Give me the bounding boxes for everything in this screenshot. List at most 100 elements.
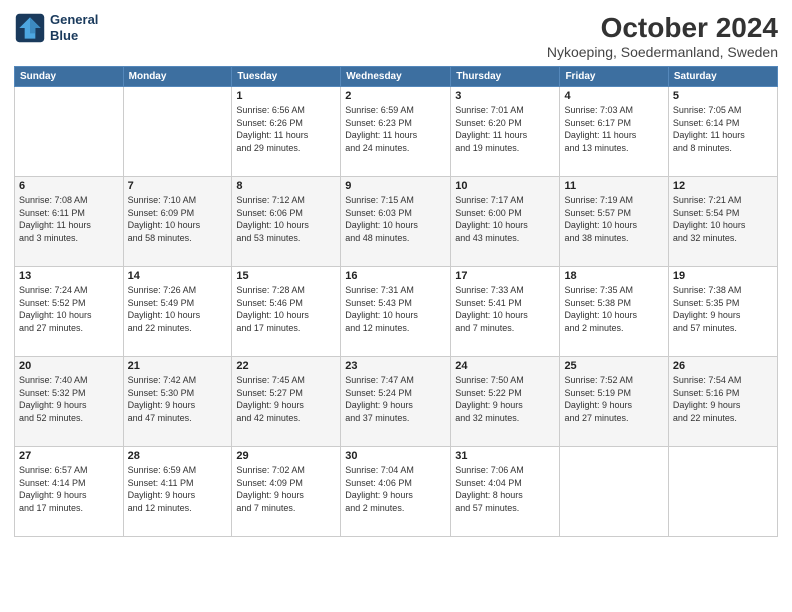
logo-icon — [14, 12, 46, 44]
day-info: Sunrise: 7:26 AM Sunset: 5:49 PM Dayligh… — [128, 284, 228, 334]
week-row-2: 6 Sunrise: 7:08 AM Sunset: 6:11 PM Daylig… — [15, 177, 778, 267]
day-number: 31 — [455, 450, 555, 462]
day-info: Sunrise: 7:02 AM Sunset: 4:09 PM Dayligh… — [236, 464, 336, 514]
day-info: Sunrise: 7:45 AM Sunset: 5:27 PM Dayligh… — [236, 374, 336, 424]
day-cell: 5 Sunrise: 7:05 AM Sunset: 6:14 PM Daylig… — [668, 87, 777, 177]
day-info: Sunrise: 7:54 AM Sunset: 5:16 PM Dayligh… — [673, 374, 773, 424]
day-info: Sunrise: 6:59 AM Sunset: 6:23 PM Dayligh… — [345, 104, 446, 154]
day-number: 2 — [345, 90, 446, 102]
day-number: 26 — [673, 360, 773, 372]
day-number: 22 — [236, 360, 336, 372]
header: General Blue October 2024 Nykoeping, Soe… — [14, 12, 778, 60]
day-cell: 14Sunrise: 7:26 AM Sunset: 5:49 PM Dayli… — [123, 267, 232, 357]
day-cell: 31 Sunrise: 7:06 AM Sunset: 4:04 PM Dayli… — [451, 447, 560, 537]
day-info: Sunrise: 6:56 AM Sunset: 6:26 PM Dayligh… — [236, 104, 336, 154]
day-cell: 16Sunrise: 7:31 AM Sunset: 5:43 PM Dayli… — [341, 267, 451, 357]
day-info: Sunrise: 7:50 AM Sunset: 5:22 PM Dayligh… — [455, 374, 555, 424]
logo: General Blue — [14, 12, 98, 44]
day-info: Sunrise: 7:40 AM Sunset: 5:32 PM Dayligh… — [19, 374, 119, 424]
week-row-3: 13 Sunrise: 7:24 AM Sunset: 5:52 PM Dayli… — [15, 267, 778, 357]
day-cell: 9 Sunrise: 7:15 AM Sunset: 6:03 PM Daylig… — [341, 177, 451, 267]
day-number: 9 — [345, 180, 446, 192]
day-cell: 24Sunrise: 7:50 AM Sunset: 5:22 PM Dayli… — [451, 357, 560, 447]
day-cell: 3Sunrise: 7:01 AM Sunset: 6:20 PM Daylig… — [451, 87, 560, 177]
day-cell: 7Sunrise: 7:10 AM Sunset: 6:09 PM Daylig… — [123, 177, 232, 267]
day-number: 20 — [19, 360, 119, 372]
day-info: Sunrise: 6:59 AM Sunset: 4:11 PM Dayligh… — [128, 464, 228, 514]
day-info: Sunrise: 7:04 AM Sunset: 4:06 PM Dayligh… — [345, 464, 446, 514]
week-row-4: 20 Sunrise: 7:40 AM Sunset: 5:32 PM Dayli… — [15, 357, 778, 447]
day-cell: 13 Sunrise: 7:24 AM Sunset: 5:52 PM Dayli… — [15, 267, 124, 357]
day-info: Sunrise: 7:33 AM Sunset: 5:41 PM Dayligh… — [455, 284, 555, 334]
day-cell: 21Sunrise: 7:42 AM Sunset: 5:30 PM Dayli… — [123, 357, 232, 447]
col-header-thursday: Thursday — [451, 67, 560, 87]
day-number: 28 — [128, 450, 228, 462]
subtitle: Nykoeping, Soedermanland, Sweden — [547, 44, 778, 60]
day-info: Sunrise: 7:01 AM Sunset: 6:20 PM Dayligh… — [455, 104, 555, 154]
day-info: Sunrise: 7:42 AM Sunset: 5:30 PM Dayligh… — [128, 374, 228, 424]
day-cell: 20 Sunrise: 7:40 AM Sunset: 5:32 PM Dayli… — [15, 357, 124, 447]
week-row-1: 1 Sunrise: 6:56 AM Sunset: 6:26 PM Daylig… — [15, 87, 778, 177]
day-cell: 27Sunrise: 6:57 AM Sunset: 4:14 PM Dayli… — [15, 447, 124, 537]
day-number: 10 — [455, 180, 555, 192]
calendar-table: SundayMondayTuesdayWednesdayThursdayFrid… — [14, 66, 778, 537]
day-cell: 15 Sunrise: 7:28 AM Sunset: 5:46 PM Dayli… — [232, 267, 341, 357]
day-cell: 23 Sunrise: 7:47 AM Sunset: 5:24 PM Dayli… — [341, 357, 451, 447]
day-info: Sunrise: 7:10 AM Sunset: 6:09 PM Dayligh… — [128, 194, 228, 244]
day-info: Sunrise: 7:24 AM Sunset: 5:52 PM Dayligh… — [19, 284, 119, 334]
day-number: 6 — [19, 180, 119, 192]
col-header-saturday: Saturday — [668, 67, 777, 87]
day-number: 11 — [564, 180, 663, 192]
day-number: 18 — [564, 270, 663, 282]
day-cell: 11 Sunrise: 7:19 AM Sunset: 5:57 PM Dayli… — [560, 177, 668, 267]
day-cell: 25Sunrise: 7:52 AM Sunset: 5:19 PM Dayli… — [560, 357, 668, 447]
day-number: 27 — [19, 450, 119, 462]
day-cell — [668, 447, 777, 537]
col-header-sunday: Sunday — [15, 67, 124, 87]
day-info: Sunrise: 7:05 AM Sunset: 6:14 PM Dayligh… — [673, 104, 773, 154]
day-number: 12 — [673, 180, 773, 192]
day-cell — [123, 87, 232, 177]
day-cell: 28 Sunrise: 6:59 AM Sunset: 4:11 PM Dayli… — [123, 447, 232, 537]
day-info: Sunrise: 7:31 AM Sunset: 5:43 PM Dayligh… — [345, 284, 446, 334]
day-cell: 10Sunrise: 7:17 AM Sunset: 6:00 PM Dayli… — [451, 177, 560, 267]
day-info: Sunrise: 7:06 AM Sunset: 4:04 PM Dayligh… — [455, 464, 555, 514]
day-number: 19 — [673, 270, 773, 282]
col-header-monday: Monday — [123, 67, 232, 87]
day-cell: 29 Sunrise: 7:02 AM Sunset: 4:09 PM Dayli… — [232, 447, 341, 537]
main-title: October 2024 — [547, 12, 778, 44]
day-info: Sunrise: 7:28 AM Sunset: 5:46 PM Dayligh… — [236, 284, 336, 334]
day-info: Sunrise: 7:21 AM Sunset: 5:54 PM Dayligh… — [673, 194, 773, 244]
day-number: 25 — [564, 360, 663, 372]
day-cell — [560, 447, 668, 537]
day-number: 1 — [236, 90, 336, 102]
logo-text: General Blue — [50, 12, 98, 43]
day-info: Sunrise: 7:47 AM Sunset: 5:24 PM Dayligh… — [345, 374, 446, 424]
day-cell: 4 Sunrise: 7:03 AM Sunset: 6:17 PM Daylig… — [560, 87, 668, 177]
day-info: Sunrise: 7:15 AM Sunset: 6:03 PM Dayligh… — [345, 194, 446, 244]
day-number: 4 — [564, 90, 663, 102]
day-info: Sunrise: 7:08 AM Sunset: 6:11 PM Dayligh… — [19, 194, 119, 244]
day-number: 17 — [455, 270, 555, 282]
day-info: Sunrise: 7:35 AM Sunset: 5:38 PM Dayligh… — [564, 284, 663, 334]
day-cell: 2 Sunrise: 6:59 AM Sunset: 6:23 PM Daylig… — [341, 87, 451, 177]
day-number: 29 — [236, 450, 336, 462]
day-cell: 18 Sunrise: 7:35 AM Sunset: 5:38 PM Dayli… — [560, 267, 668, 357]
day-info: Sunrise: 7:38 AM Sunset: 5:35 PM Dayligh… — [673, 284, 773, 334]
day-number: 5 — [673, 90, 773, 102]
day-cell: 22 Sunrise: 7:45 AM Sunset: 5:27 PM Dayli… — [232, 357, 341, 447]
day-number: 23 — [345, 360, 446, 372]
day-cell: 1 Sunrise: 6:56 AM Sunset: 6:26 PM Daylig… — [232, 87, 341, 177]
day-cell: 30Sunrise: 7:04 AM Sunset: 4:06 PM Dayli… — [341, 447, 451, 537]
day-number: 13 — [19, 270, 119, 282]
day-number: 15 — [236, 270, 336, 282]
day-info: Sunrise: 7:19 AM Sunset: 5:57 PM Dayligh… — [564, 194, 663, 244]
page: General Blue October 2024 Nykoeping, Soe… — [0, 0, 792, 612]
day-info: Sunrise: 7:03 AM Sunset: 6:17 PM Dayligh… — [564, 104, 663, 154]
day-cell: 12 Sunrise: 7:21 AM Sunset: 5:54 PM Dayli… — [668, 177, 777, 267]
day-cell: 26 Sunrise: 7:54 AM Sunset: 5:16 PM Dayli… — [668, 357, 777, 447]
day-cell: 19 Sunrise: 7:38 AM Sunset: 5:35 PM Dayli… — [668, 267, 777, 357]
day-cell: 6 Sunrise: 7:08 AM Sunset: 6:11 PM Daylig… — [15, 177, 124, 267]
week-row-5: 27Sunrise: 6:57 AM Sunset: 4:14 PM Dayli… — [15, 447, 778, 537]
calendar-header-row: SundayMondayTuesdayWednesdayThursdayFrid… — [15, 67, 778, 87]
